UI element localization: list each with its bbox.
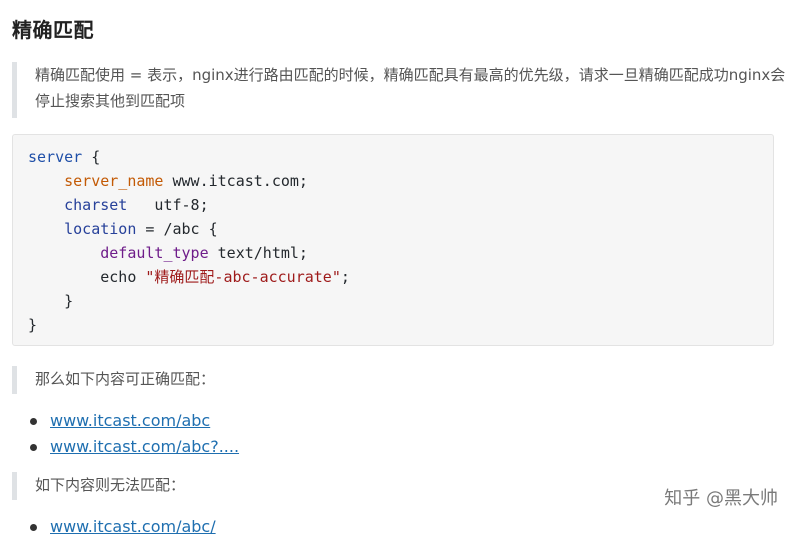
code-directive: default_type	[100, 244, 209, 262]
article: 精确匹配 精确匹配使用 = 表示，nginx进行路由匹配的时候，精确匹配具有最高…	[0, 0, 800, 536]
list-item: www.itcast.com/abc	[30, 408, 239, 434]
match-link-2[interactable]: www.itcast.com/abc?....	[50, 437, 239, 456]
match-blockquote: 那么如下内容可正确匹配：	[12, 366, 795, 394]
code-value: text/html;	[208, 244, 308, 262]
nomatch-list: www.itcast.com/abc/	[30, 514, 216, 540]
code-line: }	[28, 316, 38, 334]
nomatch-note: 如下内容则无法匹配：	[35, 476, 186, 494]
code-string: "精确匹配-abc-accurate"	[136, 268, 341, 286]
code-value: www.itcast.com;	[163, 172, 308, 190]
code-keyword: server	[28, 148, 83, 166]
code-directive: charset	[64, 196, 128, 214]
code-line: }	[28, 292, 74, 310]
code-punct: {	[82, 148, 101, 166]
list-item: www.itcast.com/abc/	[30, 514, 216, 540]
list-item: www.itcast.com/abc?....	[30, 434, 239, 460]
code-directive: echo	[100, 268, 137, 286]
match-note: 那么如下内容可正确匹配：	[35, 370, 216, 388]
code-directive: server_name	[64, 172, 164, 190]
intro-text: 精确匹配使用 = 表示，nginx进行路由匹配的时候，精确匹配具有最高的优先级，…	[35, 66, 786, 110]
code-punct: ;	[340, 268, 350, 286]
code-content: server { server_name www.itcast.com; cha…	[28, 145, 350, 337]
code-directive: location	[64, 220, 137, 238]
code-value: utf-8;	[127, 196, 209, 214]
section-heading: 精确匹配	[12, 18, 94, 42]
code-value: = /abc {	[136, 220, 218, 238]
zhihu-watermark: 知乎 @黑大帅	[664, 488, 778, 509]
nomatch-link-1[interactable]: www.itcast.com/abc/	[50, 517, 216, 536]
match-list: www.itcast.com/abc www.itcast.com/abc?..…	[30, 408, 239, 460]
match-link-1[interactable]: www.itcast.com/abc	[50, 411, 210, 430]
intro-blockquote: 精确匹配使用 = 表示，nginx进行路由匹配的时候，精确匹配具有最高的优先级，…	[12, 62, 795, 118]
code-block: server { server_name www.itcast.com; cha…	[12, 134, 774, 346]
